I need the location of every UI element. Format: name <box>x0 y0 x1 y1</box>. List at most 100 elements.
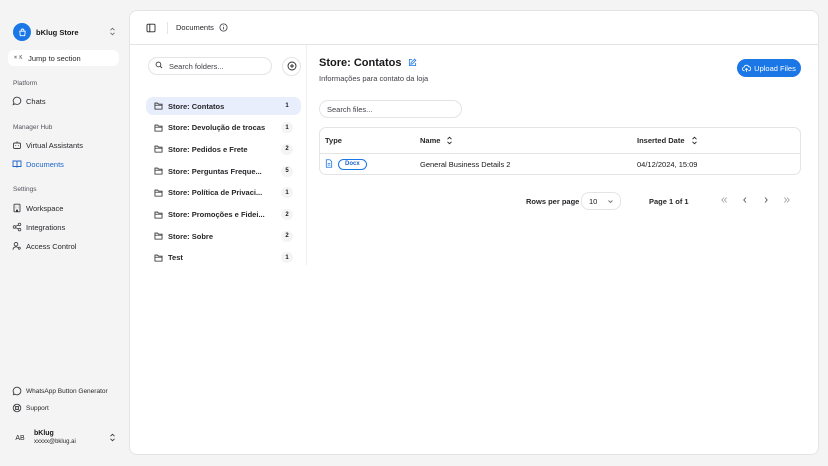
sidebar-item-label: Support <box>26 404 49 412</box>
sidebar-toggle-icon[interactable] <box>145 22 157 34</box>
sidebar-item-label: Chats <box>26 96 46 106</box>
folder-count-badge: 1 <box>281 187 293 199</box>
life-buoy-icon <box>12 403 22 413</box>
sidebar-item-label: Documents <box>26 159 64 169</box>
main-panel: Documents Search folders... Store: Conta… <box>129 10 819 455</box>
page-indicator: Page 1 of 1 <box>649 197 689 206</box>
group-label-settings: Settings <box>13 186 37 193</box>
chevron-right-icon <box>762 196 770 206</box>
folder-icon <box>154 124 163 132</box>
folder-search-input[interactable]: Search folders... <box>148 57 272 75</box>
folder-icon <box>154 189 163 197</box>
folder-label: Store: Perguntas Freque... <box>168 166 262 176</box>
folder-count-badge: 2 <box>281 230 293 242</box>
folder-search-placeholder: Search folders... <box>169 61 224 71</box>
jump-to-section-button[interactable]: ⌘ K Jump to section <box>8 50 119 66</box>
cloud-upload-icon <box>742 64 752 73</box>
jump-label: Jump to section <box>28 53 81 63</box>
folder-item[interactable]: Store: Perguntas Freque... 5 <box>146 162 301 180</box>
previous-page-button[interactable] <box>737 193 753 209</box>
pane-divider <box>306 45 307 265</box>
sidebar-item-label: Access Control <box>26 241 77 251</box>
folder-item[interactable]: Store: Pedidos e Frete 2 <box>146 140 301 158</box>
folder-label: Store: Política de Privaci... <box>168 188 263 198</box>
sidebar-item-label: Virtual Assistants <box>26 140 83 150</box>
user-name: bKlug <box>34 430 54 437</box>
upload-files-button[interactable]: Upload Files <box>737 59 801 77</box>
cell-inserted-date: 04/12/2024, 15:09 <box>637 159 698 169</box>
sidebar: bKlug Store ⌘ K Jump to section Platform… <box>0 0 128 466</box>
store-name: bKlug Store <box>36 27 79 37</box>
chevron-left-icon <box>741 196 749 206</box>
file-search-input[interactable]: Search files... <box>319 100 462 118</box>
next-page-button[interactable] <box>758 193 774 209</box>
column-header-name[interactable]: Name <box>420 128 453 153</box>
folder-label: Store: Contatos <box>168 101 225 111</box>
sort-icon[interactable] <box>691 136 698 145</box>
folder-icon <box>154 254 163 262</box>
folder-item[interactable]: Store: Política de Privaci... 1 <box>146 184 301 202</box>
files-table: Type Name Inserted Date Docx General Bus… <box>319 127 801 175</box>
sidebar-item-workspace[interactable]: Workspace <box>8 200 120 216</box>
group-label-platform: Platform <box>13 80 38 87</box>
rows-per-page-select[interactable]: 10 <box>581 192 621 210</box>
building-icon <box>12 203 22 213</box>
user-info: bKlug xxxxx@bklug.ai <box>34 429 109 447</box>
folder-label: Store: Pedidos e Frete <box>168 144 248 154</box>
sidebar-item-documents[interactable]: Documents <box>8 156 120 172</box>
folder-icon <box>154 102 163 110</box>
folder-label: Store: Devolução de trocas <box>168 123 266 133</box>
edit-icon[interactable] <box>408 58 417 69</box>
last-page-button[interactable] <box>779 193 795 209</box>
sidebar-item-support[interactable]: Support <box>8 400 120 416</box>
folder-item[interactable]: Store: Promoções e Fidei... 2 <box>146 206 301 224</box>
rows-per-page-value: 10 <box>589 196 598 206</box>
add-folder-button[interactable] <box>282 57 301 76</box>
folder-icon <box>154 167 163 175</box>
book-open-icon <box>12 159 22 169</box>
top-bar: Documents <box>130 11 818 45</box>
folder-icon <box>154 145 163 153</box>
folder-label: Test <box>168 253 183 263</box>
sidebar-item-chats[interactable]: Chats <box>8 93 120 109</box>
chevron-up-down-icon <box>109 433 116 444</box>
pagination: Rows per page 10 Page 1 of 1 <box>319 192 801 212</box>
sidebar-item-virtual-assistants[interactable]: Virtual Assistants <box>8 137 120 153</box>
sidebar-item-integrations[interactable]: Integrations <box>8 219 120 235</box>
sidebar-item-label: WhatsApp Button Generator <box>26 387 108 395</box>
sidebar-item-access-control[interactable]: Access Control <box>8 238 120 254</box>
store-switcher[interactable]: bKlug Store <box>8 20 120 44</box>
folder-count-badge: 1 <box>281 100 293 112</box>
share-nodes-icon <box>12 222 22 232</box>
file-search-placeholder: Search files... <box>327 104 373 114</box>
folder-item[interactable]: Store: Sobre 2 <box>146 227 301 245</box>
cell-name[interactable]: General Business Details 2 <box>420 154 510 174</box>
folder-pane: Search folders... Store: Contatos 1 Store:… <box>130 45 307 265</box>
folder-count-badge: 1 <box>281 122 293 134</box>
folder-count-badge: 1 <box>281 252 293 264</box>
search-icon <box>155 61 163 71</box>
sidebar-item-whatsapp-button-generator[interactable]: WhatsApp Button Generator <box>8 383 120 399</box>
plus-circle-icon <box>287 61 297 73</box>
chat-bubble-icon <box>12 96 22 106</box>
page-subtitle: Informações para contato da loja <box>319 74 429 83</box>
sort-icon[interactable] <box>446 136 453 145</box>
column-header-inserted-date[interactable]: Inserted Date <box>637 128 698 153</box>
chevrons-right-icon <box>783 196 791 206</box>
folder-item[interactable]: Store: Contatos 1 <box>146 97 301 115</box>
folder-count-badge: 5 <box>281 165 293 177</box>
file-type-badge: Docx <box>338 158 367 170</box>
user-key-icon <box>12 241 22 251</box>
whatsapp-icon <box>12 386 22 396</box>
folder-item[interactable]: Test 1 <box>146 249 301 267</box>
store-bag-icon <box>13 23 31 41</box>
info-icon[interactable] <box>219 23 228 32</box>
user-email: xxxxx@bklug.ai <box>34 439 76 445</box>
user-menu[interactable]: AB bKlug xxxxx@bklug.ai <box>8 424 120 452</box>
folder-count-badge: 2 <box>281 209 293 220</box>
folder-count-badge: 2 <box>281 143 293 155</box>
first-page-button[interactable] <box>716 193 732 209</box>
column-header-label: Name <box>420 136 441 145</box>
bot-icon <box>12 140 22 150</box>
folder-item[interactable]: Store: Devolução de trocas 1 <box>146 119 301 137</box>
